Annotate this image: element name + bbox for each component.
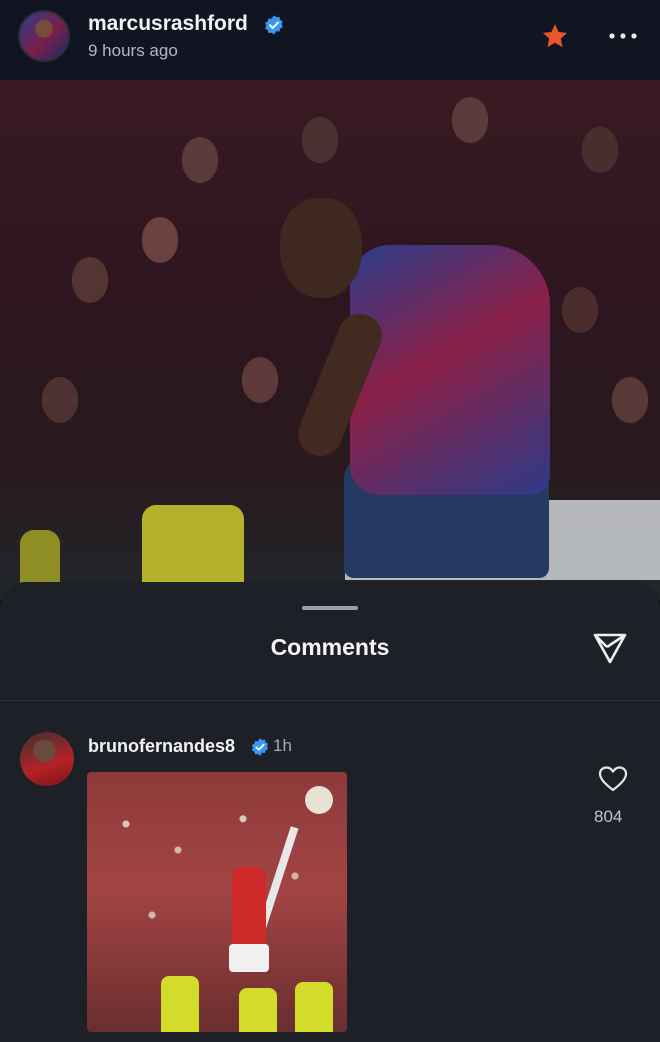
more-horizontal-icon[interactable] xyxy=(606,24,640,48)
player-head xyxy=(280,198,362,298)
post-photo[interactable] xyxy=(0,80,660,600)
steward-vest xyxy=(142,505,244,585)
send-icon[interactable] xyxy=(590,628,630,668)
comment-time: 1h xyxy=(273,736,292,755)
verified-badge-icon xyxy=(265,15,283,35)
player-jersey xyxy=(350,245,550,495)
steward-vest xyxy=(161,976,199,1032)
commenter-avatar[interactable] xyxy=(20,732,74,786)
steward-vest xyxy=(239,988,277,1032)
comment-like-count: 804 xyxy=(594,807,623,826)
player-shorts xyxy=(229,944,269,972)
comments-title: Comments xyxy=(270,634,390,660)
comment-image[interactable] xyxy=(87,772,347,1032)
verified-badge-icon xyxy=(251,738,269,756)
post-author-avatar[interactable] xyxy=(18,10,70,62)
sheet-divider xyxy=(0,700,660,701)
commenter-username[interactable]: brunofernandes8 xyxy=(88,736,235,757)
heart-icon[interactable] xyxy=(598,765,628,793)
steward-vest xyxy=(295,982,333,1032)
post-time-ago: 9 hours ago xyxy=(88,41,178,60)
post-header: marcusrashford 9 hours ago xyxy=(0,0,660,80)
star-icon[interactable] xyxy=(540,21,570,51)
club-crest xyxy=(305,786,333,814)
sheet-drag-handle[interactable] xyxy=(302,606,358,610)
comments-sheet: Comments brunofernandes8 1h 804 xyxy=(0,582,660,1042)
post-author-username[interactable]: marcusrashford xyxy=(88,12,248,36)
steward-vest xyxy=(20,530,60,590)
